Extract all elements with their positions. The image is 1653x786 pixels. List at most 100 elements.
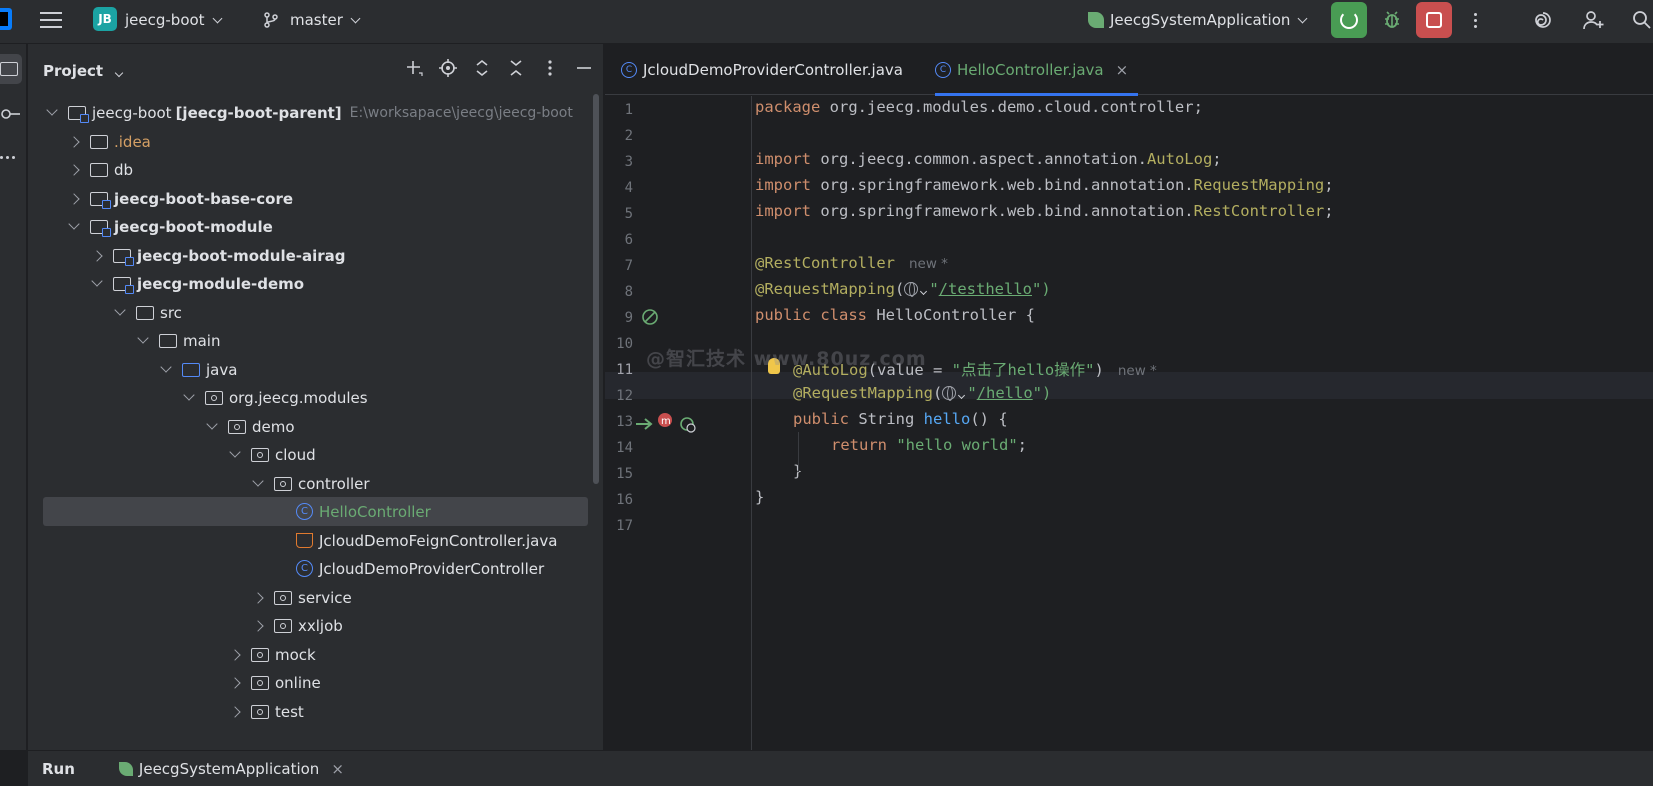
expand-arrow-icon[interactable] [68, 135, 80, 148]
keyword: package [755, 98, 821, 116]
project-view-selector[interactable]: Project [43, 62, 124, 80]
add-user-button[interactable] [1582, 0, 1606, 40]
project-tool-button[interactable] [0, 54, 22, 84]
tool-window-strip [0, 44, 27, 750]
expand-arrow-icon[interactable] [91, 275, 103, 287]
request-mapping-gutter-icon[interactable]: m [657, 412, 677, 432]
code-line-7[interactable]: @RestController new * [755, 254, 948, 272]
stop-button[interactable] [1416, 2, 1452, 38]
commit-tool-button[interactable] [0, 106, 20, 126]
expand-arrow-icon[interactable] [46, 104, 58, 116]
expand-arrow-icon[interactable] [68, 163, 80, 176]
expand-arrow-icon[interactable] [68, 218, 80, 230]
tab-provider-controller[interactable]: C JcloudDemoProviderController.java [621, 44, 911, 95]
tree-item-test[interactable]: test [28, 697, 603, 726]
expand-arrow-icon[interactable] [252, 475, 264, 487]
expand-arrow-icon[interactable] [137, 332, 149, 344]
tree-item-mock[interactable]: mock [28, 640, 603, 669]
run-gutter-arrow-icon[interactable] [635, 416, 655, 432]
endpoint-gutter-icon[interactable] [679, 416, 697, 434]
close-icon[interactable]: × [1116, 61, 1129, 79]
expand-arrow-icon[interactable] [68, 192, 80, 205]
hide-panel-icon[interactable] [574, 58, 594, 78]
expand-arrow-icon[interactable] [229, 446, 241, 458]
tree-item-module-demo[interactable]: jeecg-module-demo [28, 269, 603, 298]
keyword: import [755, 150, 811, 168]
tree-item-airag[interactable]: jeecg-boot-module-airag [28, 241, 603, 270]
keyword: public [793, 410, 849, 428]
tree-item-online[interactable]: online [28, 668, 603, 697]
run-tab-label: JeecgSystemApplication [138, 759, 320, 778]
code-line-1[interactable]: package org.jeecg.modules.demo.cloud.con… [755, 98, 1203, 116]
tree-item-hello-controller[interactable]: C HelloController [28, 497, 603, 526]
tree-item-java[interactable]: java [28, 355, 603, 384]
tree-item-base-core[interactable]: jeecg-boot-base-core [28, 184, 603, 213]
module-folder-icon [90, 191, 111, 209]
tree-item-demo[interactable]: demo [28, 412, 603, 441]
close-icon[interactable]: × [331, 760, 344, 778]
new-file-icon[interactable] [404, 58, 424, 78]
more-tools-icon[interactable] [0, 156, 15, 159]
code-line-12[interactable]: @RequestMapping("/hello") [793, 384, 1051, 402]
run-config-selector[interactable]: JeecgSystemApplication [1088, 0, 1308, 40]
tree-item-service[interactable]: service [28, 583, 603, 612]
expand-all-icon[interactable] [472, 58, 492, 78]
expand-arrow-icon[interactable] [114, 304, 126, 316]
branch-selector[interactable]: master [262, 0, 361, 40]
package-icon [251, 647, 269, 662]
tree-item-src[interactable]: src [28, 298, 603, 327]
globe-icon[interactable] [942, 386, 957, 401]
collapse-all-icon[interactable] [506, 58, 526, 78]
locate-file-icon[interactable] [438, 58, 458, 78]
search-everywhere-button[interactable] [1632, 0, 1652, 40]
code-line-13[interactable]: public String hello() { [793, 410, 1008, 428]
run-title[interactable]: Run [42, 760, 75, 778]
code-line-4[interactable]: import org.springframework.web.bind.anno… [755, 176, 1334, 194]
project-scrollbar[interactable] [593, 94, 599, 484]
project-selector[interactable]: jeecg-boot [125, 0, 223, 40]
globe-icon[interactable] [904, 282, 919, 297]
rerun-button[interactable] [1331, 2, 1367, 38]
author-hint[interactable]: new * [909, 256, 948, 272]
run-tab-jeecg-system[interactable]: JeecgSystemApplication × [118, 759, 344, 778]
author-hint[interactable]: new * [1118, 363, 1157, 379]
code-line-3[interactable]: import org.jeecg.common.aspect.annotatio… [755, 150, 1222, 168]
expand-arrow-icon[interactable] [229, 648, 241, 661]
tree-item-main[interactable]: main [28, 326, 603, 355]
tree-item-db[interactable]: db [28, 155, 603, 184]
expand-arrow-icon[interactable] [206, 418, 218, 430]
tree-item-cloud[interactable]: cloud [28, 440, 603, 469]
expand-arrow-icon[interactable] [252, 591, 264, 604]
tab-hello-controller[interactable]: C HelloController.java × [935, 44, 1139, 96]
debug-button[interactable] [1382, 0, 1402, 40]
code-line-16[interactable]: } [755, 488, 764, 506]
expand-arrow-icon[interactable] [229, 676, 241, 689]
tree-item-provider-controller[interactable]: C JcloudDemoProviderController [28, 554, 603, 583]
options-icon[interactable] [540, 58, 560, 78]
code-line-8[interactable]: @RequestMapping("/testhello") [755, 280, 1051, 298]
expand-arrow-icon[interactable] [229, 705, 241, 718]
tree-item-xxljob[interactable]: xxljob [28, 611, 603, 640]
tree-item-feign-controller[interactable]: JcloudDemoFeignController.java [28, 526, 603, 555]
code-line-9[interactable]: public class HelloController { [755, 306, 1035, 324]
expand-arrow-icon[interactable] [91, 249, 103, 262]
code-line-14[interactable]: return "hello world"; [831, 436, 1027, 454]
tree-item-boot-module[interactable]: jeecg-boot-module [28, 212, 603, 241]
expand-arrow-icon[interactable] [160, 361, 172, 373]
code-text: String [849, 410, 924, 428]
main-menu-icon[interactable] [38, 0, 64, 40]
code-line-5[interactable]: import org.springframework.web.bind.anno… [755, 202, 1334, 220]
url-link[interactable]: /hello [977, 384, 1033, 402]
expand-arrow-icon[interactable] [183, 389, 195, 401]
tree-item-org-jeecg-modules[interactable]: org.jeecg.modules [28, 383, 603, 412]
tree-item-idea[interactable]: .idea [28, 127, 603, 156]
tree-item-root[interactable]: jeecg-boot [jeecg-boot-parent] E:\worksa… [28, 98, 603, 127]
url-link[interactable]: /testhello [939, 280, 1032, 298]
tree-item-controller[interactable]: controller [28, 469, 603, 498]
ai-assistant-button[interactable] [1532, 0, 1554, 40]
source-folder-icon [182, 362, 200, 377]
expand-arrow-icon[interactable] [252, 619, 264, 632]
more-actions-icon[interactable] [1474, 0, 1477, 40]
spring-bean-gutter-icon[interactable] [641, 308, 661, 328]
keyword: public class [755, 306, 867, 324]
